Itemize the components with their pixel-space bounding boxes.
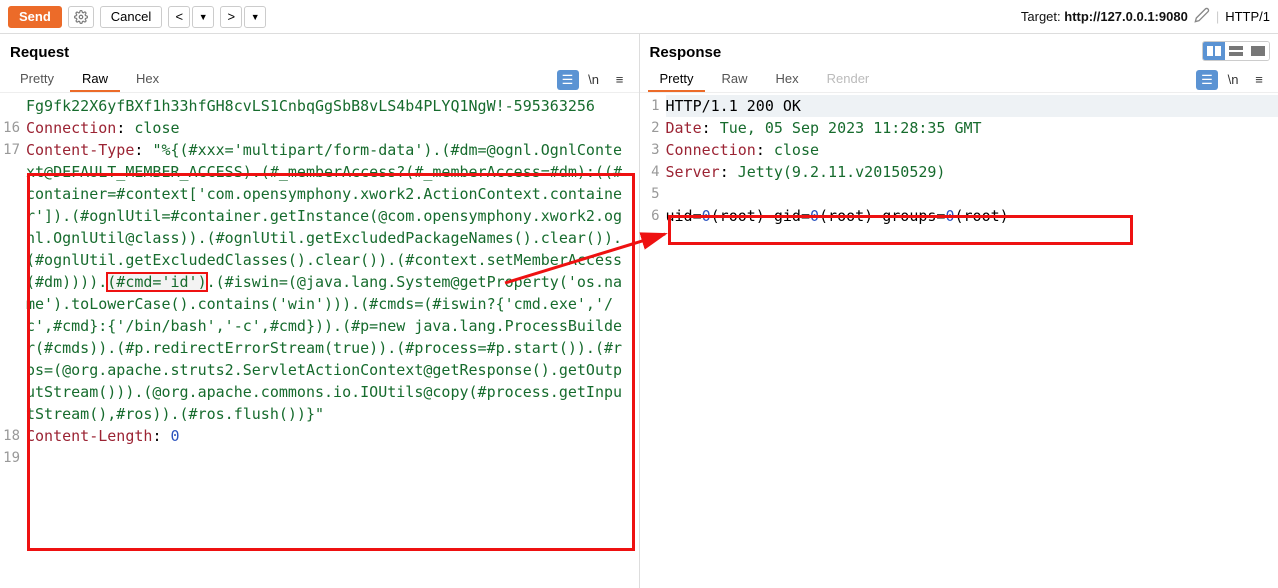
send-button[interactable]: Send xyxy=(8,6,62,28)
target-value: http://127.0.0.1:9080 xyxy=(1064,9,1188,24)
actions-button[interactable]: ☰ xyxy=(1196,70,1218,90)
layout-columns-button[interactable] xyxy=(1203,42,1225,60)
layout-single-button[interactable] xyxy=(1247,42,1269,60)
layout-switcher xyxy=(1202,41,1270,61)
request-title: Request xyxy=(0,34,639,67)
next-button[interactable]: > xyxy=(220,6,242,28)
request-body[interactable]: Fg9fk22X6yfBXf1h33hfGH8cvLS1CnbqGgSbB8vL… xyxy=(0,93,639,588)
cancel-button[interactable]: Cancel xyxy=(100,6,162,28)
hamburger-icon: ≡ xyxy=(1255,72,1263,87)
columns-icon xyxy=(1207,46,1221,56)
response-tabs: Pretty Raw Hex Render ☰ \n ≡ xyxy=(640,67,1278,93)
tab-hex[interactable]: Hex xyxy=(124,67,171,92)
rows-icon xyxy=(1229,46,1243,56)
newline-toggle[interactable]: \n xyxy=(1222,70,1244,90)
response-body[interactable]: 1HTTP/1.1 200 OK 2Date: Tue, 05 Sep 2023… xyxy=(640,93,1278,588)
request-tabs: Pretty Raw Hex ☰ \n ≡ xyxy=(0,67,639,93)
http-version-label: HTTP/1 xyxy=(1225,9,1270,24)
menu-icon: ☰ xyxy=(1201,72,1213,88)
response-title: Response xyxy=(640,34,1197,67)
pencil-icon xyxy=(1194,7,1210,23)
toolbar: Send Cancel < ▼ > ▼ Target: http://127.0… xyxy=(0,0,1278,34)
tab-pretty[interactable]: Pretty xyxy=(8,67,66,92)
newline-toggle[interactable]: \n xyxy=(583,70,605,90)
single-icon xyxy=(1251,46,1265,56)
menu-icon: ☰ xyxy=(562,72,574,88)
next-dropdown-button[interactable]: ▼ xyxy=(244,6,266,28)
editor-menu-button[interactable]: ≡ xyxy=(1248,70,1270,90)
settings-button[interactable] xyxy=(68,6,94,28)
panes-container: Request Pretty Raw Hex ☰ \n ≡ Fg9fk22X6y… xyxy=(0,34,1278,588)
request-pane: Request Pretty Raw Hex ☰ \n ≡ Fg9fk22X6y… xyxy=(0,34,640,588)
editor-menu-button[interactable]: ≡ xyxy=(609,70,631,90)
tab-render[interactable]: Render xyxy=(815,67,882,92)
gear-icon xyxy=(74,10,88,24)
prev-button[interactable]: < xyxy=(168,6,190,28)
response-pane: Response Pretty Raw Hex Render ☰ \n ≡ 1H… xyxy=(640,34,1278,588)
target-label: Target: http://127.0.0.1:9080 xyxy=(1021,9,1188,24)
prev-dropdown-button[interactable]: ▼ xyxy=(192,6,214,28)
hamburger-icon: ≡ xyxy=(616,72,624,87)
edit-target-button[interactable] xyxy=(1194,7,1210,26)
highlight-cmd: (#cmd='id') xyxy=(107,273,206,291)
layout-rows-button[interactable] xyxy=(1225,42,1247,60)
chevron-down-icon: ▼ xyxy=(199,12,208,22)
tab-pretty[interactable]: Pretty xyxy=(648,67,706,92)
tab-raw[interactable]: Raw xyxy=(70,67,120,92)
chevron-down-icon: ▼ xyxy=(251,12,260,22)
actions-button[interactable]: ☰ xyxy=(557,70,579,90)
tab-raw[interactable]: Raw xyxy=(709,67,759,92)
tab-hex[interactable]: Hex xyxy=(763,67,810,92)
